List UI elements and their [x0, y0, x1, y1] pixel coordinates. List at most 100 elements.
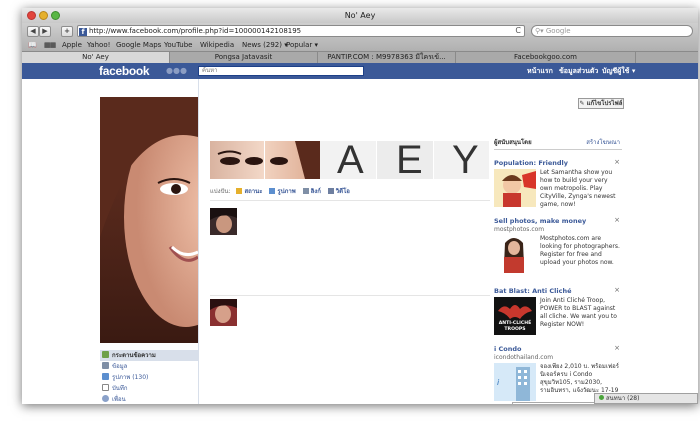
photos-icon [102, 373, 109, 380]
wall-icon [102, 351, 109, 358]
facebook-logo[interactable]: facebook [99, 64, 150, 78]
post-avatar[interactable] [210, 299, 237, 326]
reload-icon[interactable]: C [515, 26, 521, 36]
left-nav-friends[interactable]: เพื่อน [100, 394, 198, 404]
nav-home[interactable]: หน้าแรก [527, 66, 553, 76]
bookmark-apple[interactable]: Apple [62, 39, 82, 51]
notification-icons[interactable]: ●●● [166, 66, 196, 76]
left-nav-photos-label: รูปภาพ (130) [112, 374, 149, 381]
avatar-photo-icon [210, 299, 237, 326]
window-title: No' Aey [344, 11, 376, 20]
bookmarks-bar: 📖 ▦▦ Apple Yahoo! Google Maps YouTube Wi… [22, 39, 698, 51]
photo-strip-letter-y[interactable]: Y [434, 140, 490, 180]
photo-icon [269, 188, 276, 194]
edit-profile-button[interactable]: ✎ แก้ไขโปรไฟล์ [578, 98, 624, 109]
add-bookmark-button[interactable]: + [61, 26, 73, 37]
avatar-photo-icon [210, 208, 237, 235]
left-nav-notes-label: บันทึก [112, 385, 128, 392]
ad-title-population[interactable]: Population: Friendly [494, 159, 568, 167]
ad-sub-mostphotos: mostphotos.com [494, 226, 545, 233]
ad-close-icon[interactable]: × [614, 286, 620, 294]
cartoon-character-icon [494, 169, 536, 207]
ad-image-cityville[interactable] [494, 169, 536, 207]
nav-profile[interactable]: ข้อมูลส่วนตัว [559, 66, 598, 76]
feed-divider [210, 295, 490, 296]
ad-image-mostphotos[interactable] [494, 235, 536, 273]
facebook-favicon-icon: f [79, 28, 87, 36]
nav-account[interactable]: บัญชีผู้ใช้ ▾ [602, 66, 635, 76]
facebook-search-input[interactable]: ค้นหา [198, 66, 364, 76]
letter-a: A [337, 138, 364, 182]
chat-popup-edge [512, 402, 596, 404]
photo-strip-eyes-left[interactable] [210, 141, 265, 179]
ad-close-icon[interactable]: × [614, 158, 620, 166]
sponsored-header: ผู้สนับสนุนโดย สร้างโฆษณา [494, 137, 622, 150]
left-nav-friends-label: เพื่อน [112, 396, 126, 403]
create-ad-link[interactable]: สร้างโฆษณา [586, 137, 620, 149]
eye-photo-icon [270, 141, 320, 179]
ad-image-anti-cliche[interactable]: ANTI-CLICHÉ TROOPS [494, 297, 536, 335]
photo-strip-eyes-right[interactable] [265, 141, 320, 179]
share-bar: แบ่งปัน: สถานะ รูปภาพ ลิงก์ วิดีโอ [210, 187, 490, 197]
bookmark-wikipedia[interactable]: Wikipedia [200, 39, 234, 51]
ad-title-bat-blast[interactable]: Bat Blast: Anti Cliché [494, 287, 572, 295]
bookmark-google-maps[interactable]: Google Maps [116, 39, 161, 51]
post-avatar[interactable] [210, 208, 237, 235]
share-photo-link[interactable]: รูปภาพ [277, 188, 295, 195]
forward-button[interactable]: ▶ [39, 26, 51, 37]
sponsored-column: ผู้สนับสนุนโดย สร้างโฆษณา Population: Fr… [494, 137, 622, 404]
share-video-link[interactable]: วิดีโอ [336, 188, 350, 195]
left-nav-notes[interactable]: บันทึก [100, 383, 198, 394]
ad-body-bat-blast: Join Anti Cliché Troop, POWER to BLAST a… [540, 297, 617, 328]
tab-facebookgoo[interactable]: Facebookgoo.com [456, 52, 636, 63]
tab-pongsa-jatavasit[interactable]: Pongsa Jatavasit [170, 52, 318, 63]
edit-profile-label: แก้ไขโปรไฟล์ [586, 100, 623, 107]
ad-title-sell-photos[interactable]: Sell photos, make money [494, 217, 586, 225]
ad-close-icon[interactable]: × [614, 216, 620, 224]
url-field[interactable]: f http://www.facebook.com/profile.php?id=… [77, 25, 525, 37]
bookmark-popular[interactable]: Popular ▾ [286, 39, 318, 51]
zoom-window-button[interactable] [51, 11, 60, 20]
video-icon [327, 188, 334, 194]
url-text: http://www.facebook.com/profile.php?id=1… [89, 27, 302, 35]
google-search-input[interactable]: ⚲▾ Google [531, 25, 693, 37]
tab-pantip[interactable]: PANTIP.COM : M9978363 มีใครเข้... [318, 52, 456, 63]
back-button[interactable]: ◀ [27, 26, 39, 37]
ad-image-icondo[interactable]: i [494, 363, 536, 401]
photo-strip-letter-e[interactable]: E [377, 138, 434, 182]
chat-bar[interactable]: สนทนา (28) [594, 393, 698, 404]
share-label: แบ่งปัน: [210, 188, 231, 195]
ad-title-i-condo[interactable]: i Condo [494, 345, 521, 353]
chat-label: สนทนา (28) [606, 395, 640, 402]
left-nav-info[interactable]: ข้อมูล [100, 361, 198, 372]
top-sites-icon[interactable]: ▦▦ [44, 39, 56, 51]
ad-body-mostphotos: Mostphotos.com are looking for photograp… [540, 235, 620, 266]
page-content: กระดานข้อความ ข้อมูล รูปภาพ (130) บันทึก… [22, 79, 698, 404]
close-window-button[interactable] [27, 11, 36, 20]
bookmark-youtube[interactable]: YouTube [164, 39, 192, 51]
tab-no-aey[interactable]: No' Aey [22, 52, 170, 63]
reading-list-icon[interactable]: 📖 [28, 39, 37, 51]
left-nav-photos[interactable]: รูปภาพ (130) [100, 372, 198, 383]
notes-icon [102, 384, 109, 391]
title-bar: No' Aey [22, 8, 698, 23]
face-photo-icon [100, 97, 198, 343]
ad-sub-icondo: icondothailand.com [494, 354, 554, 361]
feed-divider [210, 200, 490, 201]
browser-toolbar: ◀ ▶ + f http://www.facebook.com/profile.p… [22, 23, 698, 39]
share-status-link[interactable]: สถานะ [244, 188, 262, 195]
info-icon [102, 362, 109, 369]
ad-close-icon[interactable]: × [614, 344, 620, 352]
minimize-window-button[interactable] [39, 11, 48, 20]
photo-strip-letter-a[interactable]: A [320, 138, 377, 182]
pencil-icon: ✎ [579, 100, 587, 107]
share-link-link[interactable]: ลิงก์ [311, 188, 321, 195]
ad-image-anti-cliche-caption: ANTI-CLICHÉ TROOPS [498, 321, 532, 332]
bookmark-news[interactable]: News (292) ▾ [242, 39, 288, 51]
friends-icon [102, 395, 109, 402]
profile-picture[interactable] [100, 97, 198, 343]
bookmark-yahoo[interactable]: Yahoo! [87, 39, 110, 51]
left-nav-wall[interactable]: กระดานข้อความ [100, 350, 198, 361]
letter-e: E [396, 138, 423, 182]
online-status-icon [599, 395, 604, 400]
